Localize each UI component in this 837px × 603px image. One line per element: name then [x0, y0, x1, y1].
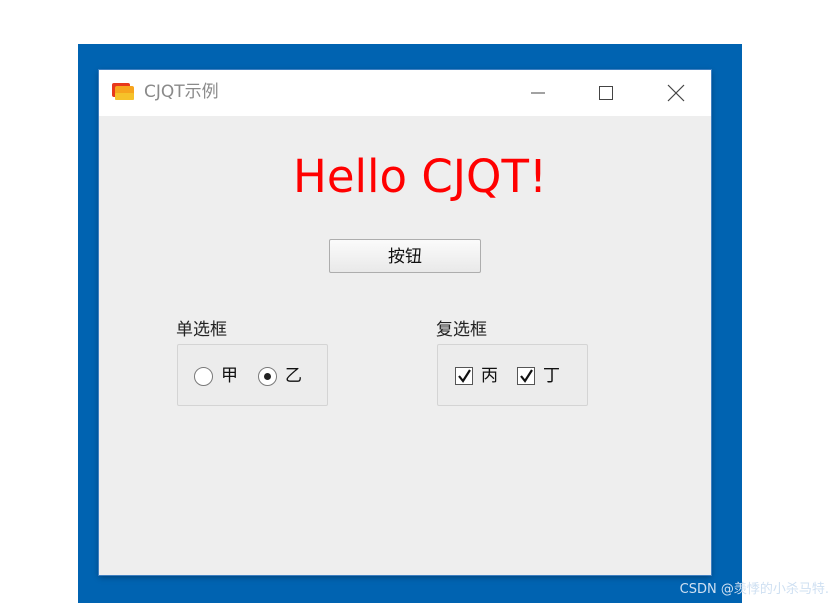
- checkbox-group-box: 丙 丁: [437, 344, 588, 406]
- radio-option-yi[interactable]: 乙: [258, 365, 302, 387]
- minimize-icon: [531, 92, 545, 94]
- maximize-button[interactable]: [583, 70, 629, 116]
- minimize-button[interactable]: [515, 70, 561, 116]
- radio-option-label: 乙: [285, 366, 302, 386]
- window-title: CJQT示例: [144, 82, 219, 102]
- radio-option-jia[interactable]: 甲: [194, 365, 238, 387]
- maximize-icon: [599, 86, 613, 100]
- checkbox-group-label: 复选框: [436, 320, 487, 340]
- close-icon: [667, 84, 685, 102]
- radio-group-label: 单选框: [176, 320, 227, 340]
- checkbox-option-label: 丙: [481, 366, 498, 386]
- push-button[interactable]: 按钮: [329, 239, 481, 273]
- checkmark-icon: [458, 369, 471, 383]
- csdn-watermark: CSDN @羡悸的小杀马特.: [679, 582, 829, 597]
- checkmark-icon: [520, 369, 533, 383]
- checkbox[interactable]: [517, 367, 535, 385]
- radio-button-selected[interactable]: [258, 366, 277, 386]
- checkbox-option-ding[interactable]: 丁: [517, 365, 560, 387]
- app-window: CJQT示例 Hello CJQT! 按钮 单选框 甲 乙 复选框 丙 丁: [99, 70, 711, 575]
- checkbox[interactable]: [455, 367, 473, 385]
- close-button[interactable]: [653, 70, 699, 116]
- app-folder-icon: [111, 81, 135, 103]
- radio-option-label: 甲: [221, 366, 238, 386]
- radio-button[interactable]: [194, 366, 213, 386]
- checkbox-option-bing[interactable]: 丙: [455, 365, 498, 387]
- radio-selected-dot: [264, 372, 271, 380]
- radio-group-box: 甲 乙: [177, 344, 328, 406]
- hello-heading: Hello CJQT!: [292, 150, 547, 203]
- title-bar[interactable]: CJQT示例: [99, 70, 711, 116]
- checkbox-option-label: 丁: [543, 366, 560, 386]
